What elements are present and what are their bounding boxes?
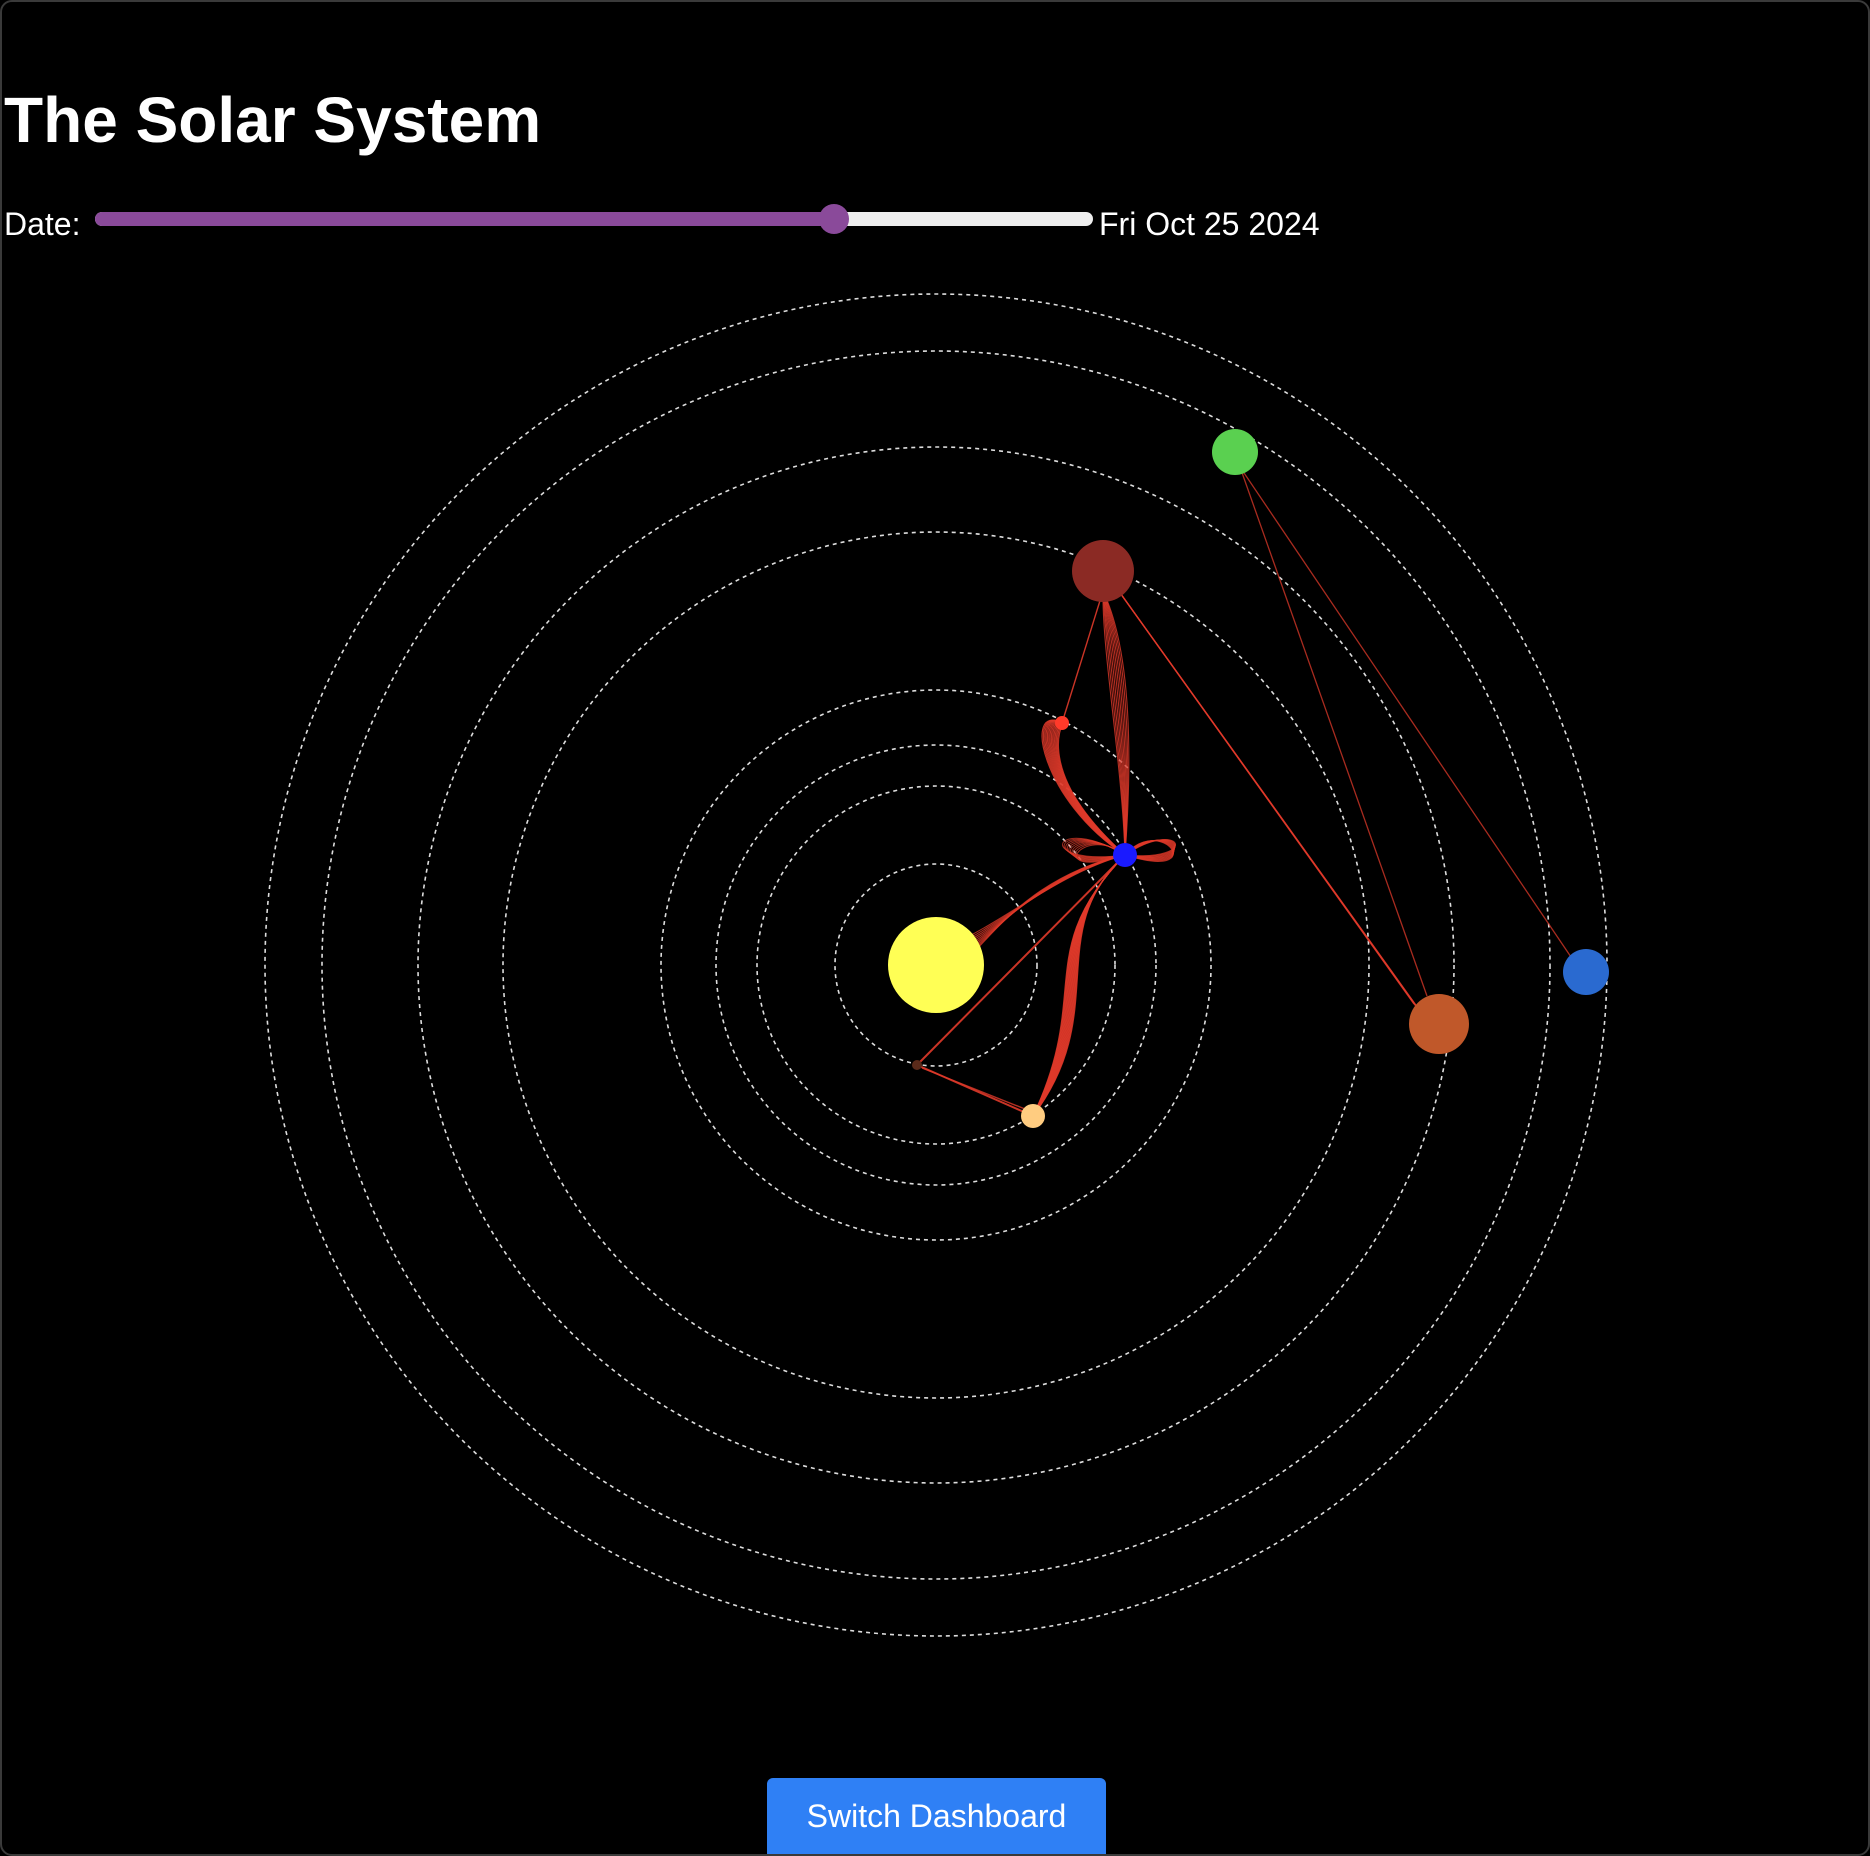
trail-lines <box>916 466 1572 1117</box>
trail-earth-venus <box>1032 854 1126 1117</box>
trail-earth-venus <box>1032 854 1126 1117</box>
trail-earth-venus <box>1032 854 1126 1117</box>
trail-earth-venus <box>1032 854 1126 1117</box>
venus-body <box>1021 1104 1045 1128</box>
trail-earth-venus <box>1032 854 1126 1117</box>
trail-earth-venus <box>1032 854 1126 1117</box>
trail-mars-moon <box>1061 590 1104 724</box>
mars-body <box>1072 540 1134 602</box>
trail-earth-venus <box>1032 854 1126 1117</box>
trail-saturn-jupiter <box>1239 466 1428 997</box>
trail-earth-venus <box>1032 854 1126 1117</box>
trail-earth-venus <box>1032 854 1126 1117</box>
trail-mars-jupiter <box>1112 582 1423 1014</box>
trail-earth-sun <box>966 854 1126 958</box>
earth-moon-body <box>1055 716 1069 730</box>
trail-earth-venus <box>1032 854 1126 1117</box>
trail-earth-sun <box>960 854 1126 948</box>
trail-earth-venus <box>1032 854 1126 1117</box>
celestial-bodies <box>888 429 1609 1128</box>
sun-body <box>888 917 984 1013</box>
uranus-body <box>1563 949 1609 995</box>
trail-earth-venus <box>1032 854 1126 1117</box>
trail-earth-venus <box>1032 854 1126 1117</box>
trail-earth-sun <box>956 854 1126 943</box>
trail-earth-sun <box>957 854 1126 945</box>
trail-mercury-venus-2 <box>921 1067 1031 1112</box>
jupiter-body <box>1409 994 1469 1054</box>
trail-earth-sun <box>965 854 1126 956</box>
trail-earth-venus <box>1032 854 1126 1117</box>
earth-body <box>1113 843 1137 867</box>
saturn-body <box>1212 429 1258 475</box>
app-window: The Solar System Date: Fri Oct 25 2024 S… <box>0 0 1870 1856</box>
mercury-body <box>912 1060 922 1070</box>
trail-saturn-uranus <box>1239 466 1572 958</box>
trail-earth-venus <box>1032 854 1126 1117</box>
trail-earth-venus <box>1032 854 1126 1117</box>
trail-earth-sun <box>959 854 1126 946</box>
trail-earth-venus <box>1032 854 1126 1117</box>
switch-dashboard-button[interactable]: Switch Dashboard <box>767 1778 1106 1854</box>
trail-earth-sun <box>964 854 1126 955</box>
solar-system-view <box>264 293 1609 1637</box>
trail-earth-venus <box>1032 854 1126 1117</box>
